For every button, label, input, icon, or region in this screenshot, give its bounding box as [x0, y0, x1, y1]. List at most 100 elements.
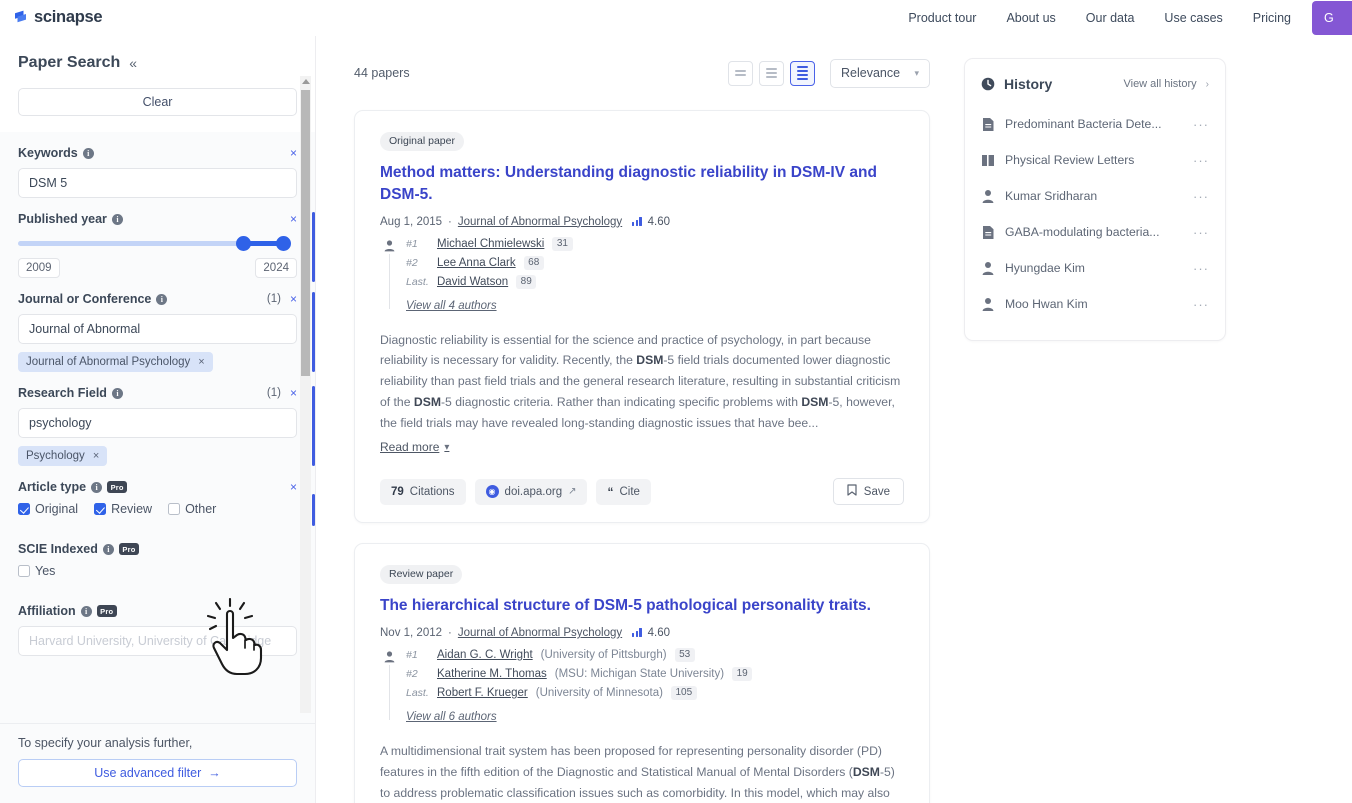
journal-chip[interactable]: Journal of Abnormal Psychology × [18, 352, 213, 372]
info-icon[interactable]: i [111, 387, 123, 399]
history-item-menu-icon[interactable]: ··· [1193, 153, 1209, 168]
clear-article-type-icon[interactable]: × [290, 481, 297, 493]
doi-link-button[interactable]: ◉ doi.apa.org ↗ [474, 478, 588, 505]
nav-link-use-cases[interactable]: Use cases [1149, 11, 1237, 25]
nav-link-pricing[interactable]: Pricing [1238, 11, 1306, 25]
research-field-input[interactable] [18, 408, 297, 438]
impact-factor-icon [632, 628, 642, 638]
save-button[interactable]: Save [832, 478, 904, 506]
view-toggle-compact[interactable] [728, 60, 753, 86]
author-name[interactable]: Robert F. Krueger [437, 687, 528, 699]
quote-icon: “ [607, 484, 614, 499]
year-min-value[interactable]: 2009 [18, 258, 60, 278]
sidebar-scrollbar[interactable] [300, 76, 311, 713]
info-icon[interactable]: i [111, 213, 123, 225]
clear-research-field-icon[interactable]: × [290, 387, 297, 399]
checkbox-original-label: Original [35, 502, 79, 516]
paper-journal-link[interactable]: Journal of Abnormal Psychology [458, 216, 622, 228]
slider-knob-max[interactable] [276, 236, 292, 251]
author-paper-count: 105 [670, 685, 697, 700]
history-item[interactable]: Kumar Sridharan ··· [981, 178, 1209, 214]
history-item-menu-icon[interactable]: ··· [1193, 189, 1209, 204]
paper-card[interactable]: Review paper The hierarchical structure … [354, 543, 930, 803]
sort-dropdown[interactable]: Relevance ▾ [830, 58, 930, 88]
logo[interactable]: scinapse [0, 8, 103, 27]
checkbox-review[interactable]: Review [94, 502, 152, 516]
info-icon[interactable]: i [80, 605, 92, 617]
filter-sidebar: Paper Search « Clear Keywords i × Publis… [0, 36, 316, 803]
pro-badge: Pro [96, 605, 117, 617]
info-icon[interactable]: i [102, 543, 114, 555]
journal-input[interactable] [18, 314, 297, 344]
document-icon [981, 117, 995, 132]
info-icon[interactable]: i [156, 293, 168, 305]
cite-button[interactable]: “ Cite [596, 478, 651, 505]
nav-link-our-data[interactable]: Our data [1071, 11, 1150, 25]
info-icon[interactable]: i [82, 147, 94, 159]
paper-title[interactable]: The hierarchical structure of DSM-5 path… [380, 595, 904, 617]
checkbox-original[interactable]: Original [18, 502, 78, 516]
view-all-authors-link[interactable]: View all 4 authors [406, 300, 497, 312]
paper-title[interactable]: Method matters: Understanding diagnostic… [380, 162, 904, 206]
paper-card[interactable]: Original paper Method matters: Understan… [354, 110, 930, 524]
author-name[interactable]: Lee Anna Clark [437, 257, 516, 269]
history-item-menu-icon[interactable]: ··· [1193, 117, 1209, 132]
scroll-up-arrow-icon[interactable] [302, 79, 310, 84]
clear-journal-icon[interactable]: × [290, 293, 297, 305]
read-more-button[interactable]: Read more ▾ [380, 440, 449, 454]
history-item-menu-icon[interactable]: ··· [1193, 225, 1209, 240]
page-body: Paper Search « Clear Keywords i × Publis… [0, 36, 1352, 803]
citations-button[interactable]: 79 Citations [380, 478, 466, 505]
checkbox-original-box[interactable] [18, 503, 30, 515]
history-item[interactable]: Physical Review Letters ··· [981, 142, 1209, 178]
checkbox-scie-yes[interactable]: Yes [18, 564, 55, 578]
author-name[interactable]: David Watson [437, 276, 508, 288]
author-name[interactable]: Aidan G. C. Wright [437, 649, 533, 661]
remove-research-field-chip-icon[interactable]: × [93, 450, 99, 462]
filter-scie-label: SCIE Indexed [18, 542, 98, 556]
view-all-authors-link[interactable]: View all 6 authors [406, 711, 497, 723]
checkbox-scie-yes-box[interactable] [18, 565, 30, 577]
info-icon[interactable]: i [91, 481, 103, 493]
author-rank: #2 [406, 256, 418, 269]
history-item[interactable]: Predominant Bacteria Dete... ··· [981, 106, 1209, 142]
checkbox-review-box[interactable] [94, 503, 107, 515]
nav-link-about-us[interactable]: About us [991, 11, 1070, 25]
history-item[interactable]: Hyungdae Kim ··· [981, 250, 1209, 286]
filter-published-year: Published year i × 2009 2024 [0, 198, 315, 282]
view-density-toggles: Relevance ▾ [728, 58, 930, 88]
keywords-input[interactable] [18, 168, 297, 198]
view-toggle-detailed[interactable] [790, 60, 815, 86]
history-item-label: Hyungdae Kim [1005, 261, 1085, 275]
author-name[interactable]: Katherine M. Thomas [437, 668, 547, 680]
view-toggle-medium[interactable] [759, 60, 784, 86]
history-item[interactable]: Moo Hwan Kim ··· [981, 286, 1209, 322]
use-advanced-filter-button[interactable]: Use advanced filter → [18, 759, 297, 787]
paper-journal-link[interactable]: Journal of Abnormal Psychology [458, 627, 622, 639]
signin-button[interactable]: G [1312, 0, 1352, 35]
affiliation-input[interactable] [18, 626, 297, 656]
view-all-history-link[interactable]: View all history › [1123, 78, 1209, 90]
nav-link-product-tour[interactable]: Product tour [893, 11, 991, 25]
remove-journal-chip-icon[interactable]: × [198, 356, 204, 368]
research-field-chip[interactable]: Psychology × [18, 446, 108, 466]
paper-meta: Aug 1, 2015 · Journal of Abnormal Psycho… [380, 216, 904, 228]
history-item-menu-icon[interactable]: ··· [1193, 261, 1209, 276]
sidebar-scrollbar-thumb[interactable] [301, 90, 310, 376]
checkbox-other-box[interactable] [168, 503, 181, 515]
year-range-slider[interactable] [18, 234, 297, 254]
doi-label: doi.apa.org [504, 485, 563, 498]
author-name[interactable]: Michael Chmielewski [437, 238, 544, 250]
author-rank: Last. [406, 275, 429, 288]
history-item[interactable]: GABA-modulating bacteria... ··· [981, 214, 1209, 250]
collapse-sidebar-icon[interactable]: « [129, 55, 137, 71]
year-max-value[interactable]: 2024 [255, 258, 297, 278]
slider-knob-min[interactable] [235, 236, 251, 251]
clock-icon [981, 77, 995, 91]
clear-filters-button[interactable]: Clear [18, 88, 297, 116]
checkbox-other[interactable]: Other [168, 502, 216, 516]
clear-year-icon[interactable]: × [290, 213, 297, 225]
clear-keywords-icon[interactable]: × [290, 147, 297, 159]
history-item-menu-icon[interactable]: ··· [1193, 297, 1209, 312]
pro-badge: Pro [118, 543, 139, 555]
